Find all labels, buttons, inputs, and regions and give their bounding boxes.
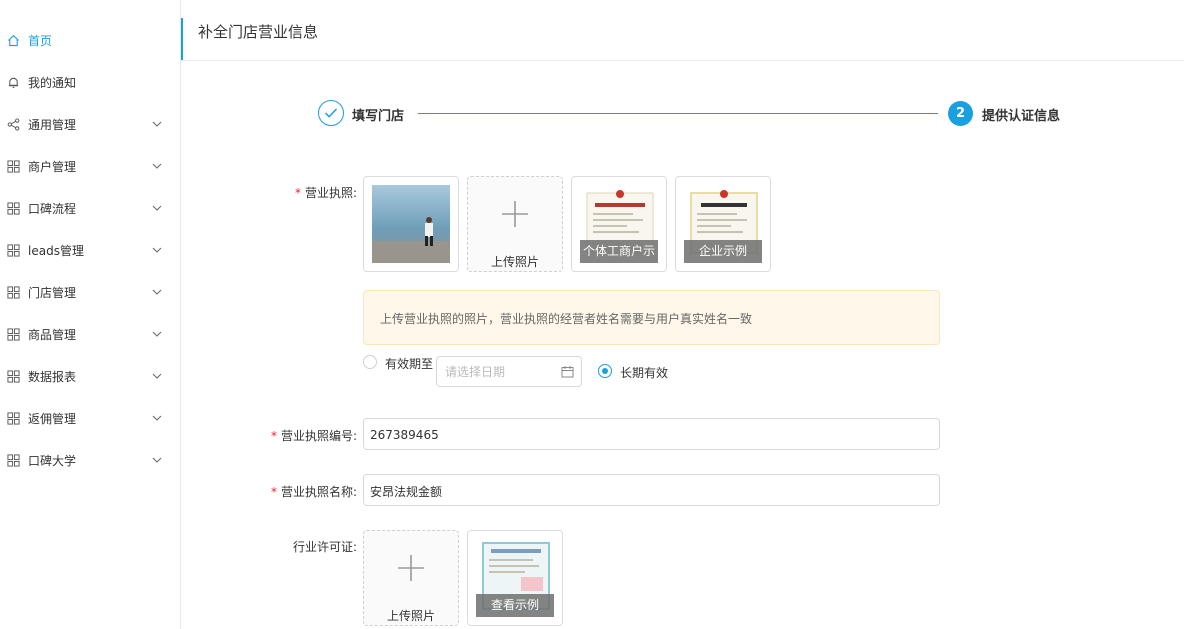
example-caption: 查看示例 bbox=[476, 594, 554, 617]
sidebar-item-label: 返佣管理 bbox=[28, 411, 77, 426]
sidebar-item-label: 数据报表 bbox=[28, 369, 77, 384]
grid-icon bbox=[7, 285, 20, 299]
grid-icon bbox=[7, 201, 20, 215]
license-name-input[interactable] bbox=[370, 481, 930, 501]
license-name-label: * 营业执照名称: bbox=[270, 485, 357, 499]
step-1-done-indicator bbox=[318, 100, 344, 126]
page-title: 补全门店营业信息 bbox=[198, 23, 319, 41]
chevron-down-icon bbox=[152, 289, 162, 295]
upload-caption: 上传照片 bbox=[386, 609, 435, 623]
sidebar-item-general[interactable]: 通用管理 bbox=[0, 103, 180, 145]
share-icon bbox=[7, 117, 20, 131]
sidebar-item-merchant[interactable]: 商户管理 bbox=[0, 145, 180, 187]
upload-license-button[interactable]: 上传照片 bbox=[467, 176, 563, 272]
chevron-down-icon bbox=[152, 457, 162, 463]
license-number-label: * 营业执照编号: bbox=[270, 429, 357, 443]
step-1-label: 填写门店 bbox=[352, 109, 405, 124]
chevron-down-icon bbox=[152, 415, 162, 421]
license-tip-box: 上传营业执照的照片，营业执照的经营者姓名需要与用户真实姓名一致 bbox=[363, 290, 940, 345]
upload-permit-button[interactable]: 上传照片 bbox=[363, 530, 459, 626]
sidebar: 首页 我的通知 通用管理 商户管理 口碑流程 leads管理 门店管理 商品管理… bbox=[0, 0, 181, 629]
example-individual-license[interactable]: 个体工商户示 bbox=[571, 176, 667, 272]
example-caption: 企业示例 bbox=[684, 240, 762, 263]
sidebar-item-university[interactable]: 口碑大学 bbox=[0, 439, 180, 481]
validity-forever-label: 长期有效 bbox=[620, 366, 669, 380]
sidebar-item-label: 通用管理 bbox=[28, 117, 77, 132]
license-tip-text: 上传营业执照的照片，营业执照的经营者姓名需要与用户真实姓名一致 bbox=[380, 312, 753, 326]
sidebar-item-label: 口碑大学 bbox=[28, 453, 77, 468]
sidebar-item-stores[interactable]: 门店管理 bbox=[0, 271, 180, 313]
sidebar-item-label: 商品管理 bbox=[28, 327, 77, 342]
grid-icon bbox=[7, 243, 20, 257]
grid-icon bbox=[7, 327, 20, 341]
grid-icon bbox=[7, 369, 20, 383]
step-2-indicator: 2 bbox=[948, 101, 973, 126]
bell-icon bbox=[8, 77, 19, 88]
validity-date-picker[interactable] bbox=[436, 356, 582, 387]
sidebar-item-label: 商户管理 bbox=[28, 159, 77, 174]
license-number-field[interactable] bbox=[363, 418, 940, 450]
validity-until-radio[interactable] bbox=[363, 355, 377, 369]
license-name-field[interactable] bbox=[363, 474, 940, 506]
sidebar-item-label: 口碑流程 bbox=[28, 201, 77, 216]
sidebar-item-label: leads管理 bbox=[28, 243, 84, 258]
validity-until-label: 有效期至 bbox=[385, 357, 434, 371]
grid-icon bbox=[7, 159, 20, 173]
header-accent-bar bbox=[181, 18, 183, 60]
example-company-license[interactable]: 企业示例 bbox=[675, 176, 771, 272]
required-mark: * bbox=[270, 485, 277, 499]
page-header: 补全门店营业信息 bbox=[181, 0, 1184, 61]
chevron-down-icon bbox=[152, 121, 162, 127]
step-2-label: 提供认证信息 bbox=[982, 109, 1061, 124]
license-photo-thumbnail[interactable] bbox=[363, 176, 459, 272]
industry-permit-label: 行业许可证: bbox=[292, 540, 357, 554]
required-mark: * bbox=[294, 186, 301, 200]
upload-caption: 上传照片 bbox=[490, 255, 539, 269]
uploaded-photo-image bbox=[372, 185, 450, 263]
sidebar-item-leads[interactable]: leads管理 bbox=[0, 229, 180, 271]
chevron-down-icon bbox=[152, 205, 162, 211]
example-caption: 个体工商户示 bbox=[580, 240, 658, 263]
chevron-down-icon bbox=[152, 163, 162, 169]
sidebar-item-label: 首页 bbox=[28, 33, 53, 48]
step-connector bbox=[418, 113, 938, 114]
sidebar-item-koubei-flow[interactable]: 口碑流程 bbox=[0, 187, 180, 229]
chevron-down-icon bbox=[152, 331, 162, 337]
sidebar-item-home[interactable]: 首页 bbox=[0, 19, 180, 61]
check-icon bbox=[324, 108, 338, 118]
plus-icon bbox=[502, 201, 528, 227]
sidebar-item-notifications[interactable]: 我的通知 bbox=[0, 61, 180, 103]
grid-icon bbox=[7, 411, 20, 425]
sidebar-item-commission[interactable]: 返佣管理 bbox=[0, 397, 180, 439]
example-permit-thumbnail[interactable]: 查看示例 bbox=[467, 530, 563, 626]
validity-forever-radio[interactable] bbox=[598, 364, 612, 378]
chevron-down-icon bbox=[152, 373, 162, 379]
sidebar-item-reports[interactable]: 数据报表 bbox=[0, 355, 180, 397]
validity-date-input[interactable] bbox=[445, 362, 555, 382]
plus-icon bbox=[398, 555, 424, 581]
calendar-icon bbox=[561, 366, 574, 378]
license-label: * 营业执照: bbox=[294, 186, 357, 200]
sidebar-item-products[interactable]: 商品管理 bbox=[0, 313, 180, 355]
home-icon bbox=[8, 34, 19, 46]
sidebar-item-label: 门店管理 bbox=[28, 285, 77, 300]
license-number-input[interactable] bbox=[370, 425, 930, 445]
required-mark: * bbox=[270, 429, 277, 443]
grid-icon bbox=[7, 453, 20, 467]
sidebar-item-label: 我的通知 bbox=[28, 75, 77, 90]
chevron-down-icon bbox=[152, 247, 162, 253]
